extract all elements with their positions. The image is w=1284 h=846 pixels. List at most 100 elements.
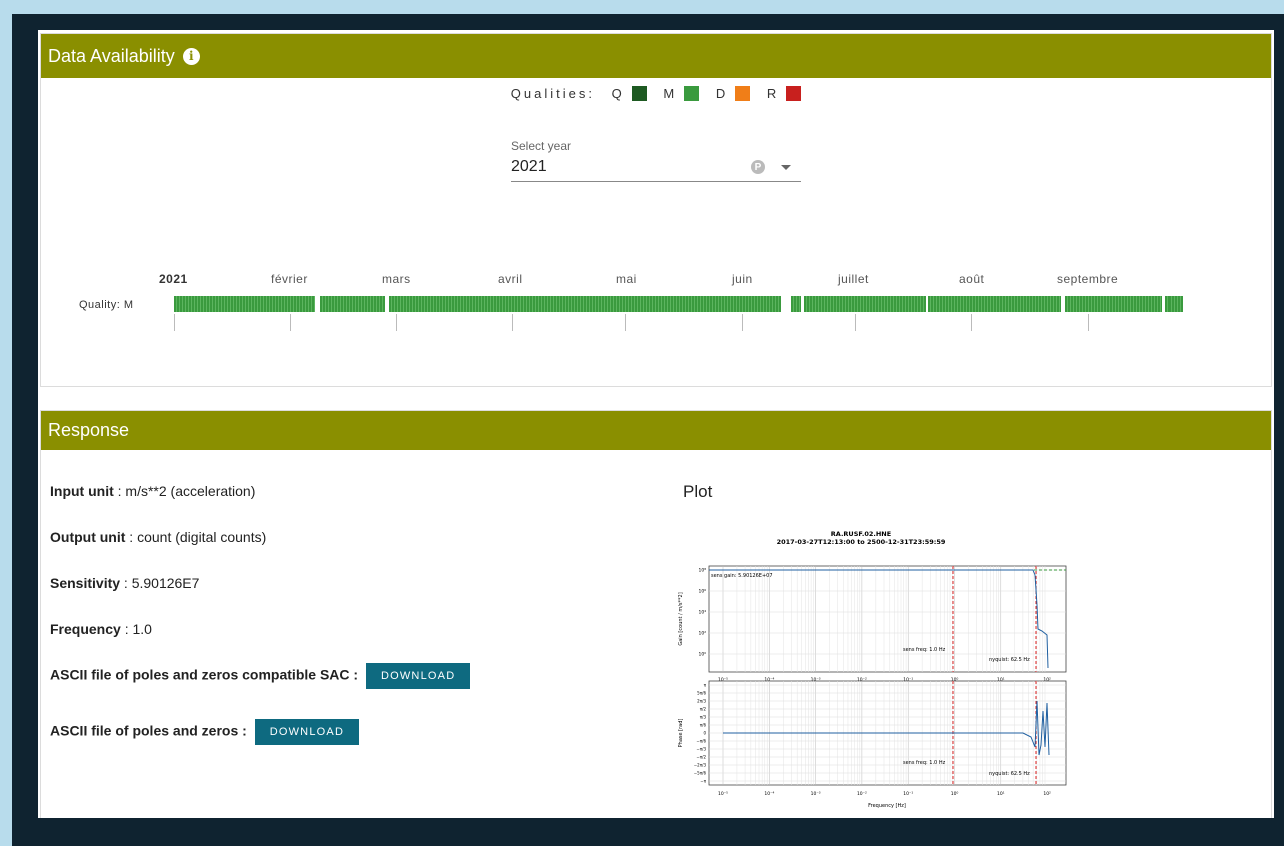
availability-segment[interactable] xyxy=(791,296,801,312)
gain-panel: sens gain: 5.90126E+07 sens freq: 1.0 Hz… xyxy=(678,565,1067,683)
phase-y-tick-label: −π/2 xyxy=(696,755,706,760)
year-select-field[interactable]: 2021 P xyxy=(511,153,801,182)
quality-m: M xyxy=(663,86,700,101)
timeline-year-label: 2021 xyxy=(159,272,188,286)
availability-segment[interactable] xyxy=(1169,296,1183,312)
availability-segment[interactable] xyxy=(174,296,315,312)
plot-title-line2: 2017-03-27T12:13:00 to 2500-12-31T23:59:… xyxy=(777,538,946,546)
phase-y-tick-label: 2π/3 xyxy=(697,699,706,704)
plot-title-line1: RA.RUSF.02.HNE xyxy=(831,530,891,538)
timeline-tick xyxy=(396,314,397,331)
gain-sens-freq-annotation: sens freq: 1.0 Hz xyxy=(903,647,946,653)
poles-zeros-download-label: ASCII file of poles and zeros : xyxy=(50,722,247,739)
phase-nyquist-annotation: nyquist: 62.5 Hz xyxy=(989,771,1030,777)
timeline-month-label: juillet xyxy=(838,272,869,286)
phase-panel: sens freq: 1.0 Hz nyquist: 62.5 Hz Phase… xyxy=(678,680,1067,797)
x-tick-label: 10⁻⁴ xyxy=(764,791,774,797)
availability-segment[interactable] xyxy=(389,296,781,312)
sac-download-row: ASCII file of poles and zeros compatible… xyxy=(50,663,471,689)
qualities-label: Qualities: xyxy=(510,86,595,101)
timeline-month-label: avril xyxy=(498,272,523,286)
gain-y-tick-label: 10² xyxy=(698,631,706,637)
year-select[interactable]: Select year 2021 P xyxy=(511,139,801,182)
data-availability-header: Data Availability i xyxy=(41,34,1271,78)
plot-xlabel: Frequency [Hz] xyxy=(868,803,906,809)
timeline-row-label: Quality: M xyxy=(79,299,134,311)
phase-y-tick-label: 5π/6 xyxy=(697,691,706,696)
quality-q-swatch xyxy=(631,86,647,101)
timeline-month-label: février xyxy=(271,272,308,286)
plot-heading: Plot xyxy=(683,482,713,501)
response-card: Response Input unit : m/s**2 (accelerati… xyxy=(40,410,1272,818)
timeline-month-label: mars xyxy=(382,272,411,286)
download-sac-button[interactable]: DOWNLOAD xyxy=(365,663,471,689)
x-tick-label: 10⁻² xyxy=(857,791,867,797)
quality-d: D xyxy=(716,86,751,101)
gain-ylabel: Gain [count / m/s**2] xyxy=(678,592,684,645)
phase-ylabel: Phase [rad] xyxy=(678,719,684,748)
x-tick-label: 10⁻¹ xyxy=(903,791,913,797)
timeline-tick xyxy=(512,314,513,331)
phase-y-tick-label: −π/3 xyxy=(696,747,706,752)
gain-y-tick-label: 10⁴ xyxy=(698,610,706,616)
quality-q: Q xyxy=(612,86,647,101)
response-body: Input unit : m/s**2 (acceleration) Outpu… xyxy=(41,450,1271,810)
data-availability-title: Data Availability xyxy=(48,45,175,66)
timeline-month-label: mai xyxy=(616,272,637,286)
availability-segment[interactable] xyxy=(928,296,1061,312)
timeline-tick xyxy=(174,314,175,331)
x-tick-label: 10⁰ xyxy=(951,791,959,797)
phase-y-tick-label: π xyxy=(704,683,707,688)
phase-y-tick-label: −π xyxy=(700,779,706,784)
quality-r-swatch xyxy=(786,86,802,101)
availability-segment[interactable] xyxy=(320,296,385,312)
chevron-down-icon[interactable] xyxy=(781,164,791,170)
x-tick-label: 10⁻³ xyxy=(811,791,821,797)
x-tick-label: 10¹ xyxy=(997,791,1005,797)
sens-gain-annotation: sens gain: 5.90126E+07 xyxy=(711,573,773,579)
x-tick-label: 10² xyxy=(1043,791,1051,797)
gain-y-tick-label: 10⁸ xyxy=(698,568,706,574)
timeline-tick xyxy=(1088,314,1089,331)
output-unit-field: Output unit : count (digital counts) xyxy=(50,529,267,545)
availability-segment[interactable] xyxy=(804,296,926,312)
response-title: Response xyxy=(48,420,130,440)
timeline-tick xyxy=(855,314,856,331)
timeline-month-label: septembre xyxy=(1057,272,1119,286)
timeline-tick xyxy=(625,314,626,331)
timeline-tick xyxy=(971,314,972,331)
phase-sens-freq-annotation: sens freq: 1.0 Hz xyxy=(903,760,946,766)
content-area: Data Availability i Qualities: Q M D R S… xyxy=(38,30,1274,818)
timeline-month-label: août xyxy=(959,272,985,286)
phase-y-tick-label: −2π/3 xyxy=(694,763,707,768)
timeline-month-label: juin xyxy=(732,272,753,286)
phase-y-tick-label: π/6 xyxy=(700,723,707,728)
timeline-tick xyxy=(290,314,291,331)
gain-nyquist-annotation: nyquist: 62.5 Hz xyxy=(989,657,1030,663)
quality-d-swatch xyxy=(735,86,751,101)
info-icon[interactable]: i xyxy=(182,47,200,65)
availability-segment[interactable] xyxy=(1065,296,1162,312)
frequency-field: Frequency : 1.0 xyxy=(50,621,152,637)
download-poles-zeros-button[interactable]: DOWNLOAD xyxy=(254,719,360,745)
p-icon: P xyxy=(751,160,765,174)
phase-y-tick-label: −π/6 xyxy=(696,739,706,744)
sac-download-label: ASCII file of poles and zeros compatible… xyxy=(50,666,359,683)
quality-r: R xyxy=(767,86,802,101)
x-tick-label: 10⁻⁵ xyxy=(718,791,728,797)
poles-zeros-download-row: ASCII file of poles and zeros : DOWNLOAD xyxy=(50,719,360,745)
phase-y-tick-label: π/3 xyxy=(700,715,707,720)
response-header: Response xyxy=(41,411,1271,450)
gain-y-tick-label: 10⁰ xyxy=(698,652,706,658)
phase-y-tick-label: −5π/6 xyxy=(694,771,707,776)
phase-y-tick-label: 0 xyxy=(703,731,706,736)
response-plot: RA.RUSF.02.HNE 2017-03-27T12:13:00 to 25… xyxy=(678,530,1067,809)
year-select-label: Select year xyxy=(511,139,572,153)
input-unit-field: Input unit : m/s**2 (acceleration) xyxy=(50,483,256,499)
sensitivity-field: Sensitivity : 5.90126E7 xyxy=(50,575,200,591)
qualities-legend: Qualities: Q M D R xyxy=(41,86,1271,101)
gain-y-tick-label: 10⁶ xyxy=(698,589,706,595)
timeline-tick xyxy=(742,314,743,331)
quality-m-swatch xyxy=(684,86,700,101)
phase-y-tick-label: π/2 xyxy=(700,707,707,712)
